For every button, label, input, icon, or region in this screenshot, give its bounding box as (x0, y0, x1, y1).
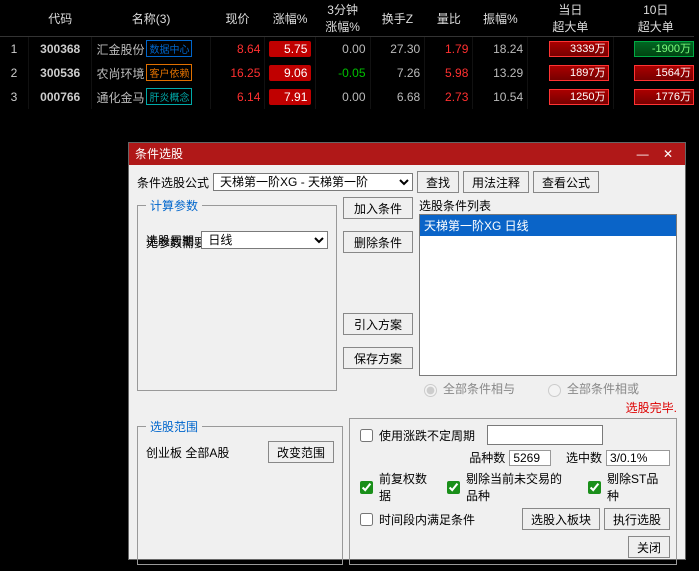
stock-table: 代码名称(3)现价涨幅%3分钟涨幅%换手Z量比振幅%当日超大单10日超大单 13… (0, 0, 699, 109)
minimize-icon[interactable]: — (632, 143, 654, 165)
chk-st[interactable]: 剔除ST品种 (584, 470, 662, 504)
to-block-button[interactable]: 选股入板块 (522, 508, 600, 530)
change-scope-button[interactable]: 改变范围 (268, 441, 334, 463)
view-formula-button[interactable]: 查看公式 (533, 171, 599, 193)
col-header[interactable]: 现价 (210, 0, 265, 37)
condition-list-label: 选股条件列表 (419, 197, 677, 214)
col-header[interactable]: 代码 (28, 0, 91, 37)
close-button[interactable]: 关闭 (628, 536, 670, 558)
not-fixed-input[interactable] (487, 425, 603, 445)
dialog-title: 条件选股 (135, 143, 183, 165)
filter-dialog: 条件选股 — ✕ 条件选股公式 天梯第一阶XG - 天梯第一阶 查找 用法注释 … (128, 142, 686, 560)
table-row[interactable]: 2300536农尚环境客户依赖16.259.06-0.057.265.9813.… (0, 61, 699, 85)
add-condition-button[interactable]: 加入条件 (343, 197, 413, 219)
formula-label: 条件选股公式 (137, 174, 209, 191)
count-value: 5269 (509, 450, 551, 466)
col-header[interactable]: 名称(3) (92, 0, 210, 37)
col-header[interactable]: 当日超大单 (528, 0, 613, 37)
scope-text: 创业板 全部A股 (146, 444, 229, 461)
usage-button[interactable]: 用法注释 (463, 171, 529, 193)
radio-and[interactable]: 全部条件相与 (419, 380, 515, 397)
chk-notrade[interactable]: 剔除当前未交易的品种 (443, 470, 572, 504)
cycle-select[interactable]: 日线 (201, 231, 328, 249)
search-button[interactable]: 查找 (417, 171, 459, 193)
radio-or[interactable]: 全部条件相或 (543, 380, 639, 397)
save-plan-button[interactable]: 保存方案 (343, 347, 413, 369)
col-header[interactable] (0, 0, 28, 37)
scope-group: 选股范围 创业板 全部A股 改变范围 (137, 418, 343, 565)
col-header[interactable]: 3分钟涨幅% (315, 0, 370, 37)
col-header[interactable]: 涨幅% (265, 0, 315, 37)
chk-not-fixed[interactable]: 使用涨跌不定周期 (356, 426, 475, 445)
chk-span[interactable]: 时间段内满足条件 (356, 510, 475, 529)
cycle-label: 选股周期: (146, 232, 197, 249)
status-text: 选股完毕. (137, 399, 677, 416)
close-icon[interactable]: ✕ (657, 143, 679, 165)
table-row[interactable]: 3000766通化金马肝炎概念6.147.910.006.682.7310.54… (0, 85, 699, 109)
calc-params-group: 计算参数 无参数需要设置 选股周期: 日线 (137, 197, 337, 391)
delete-condition-button[interactable]: 删除条件 (343, 231, 413, 253)
col-header[interactable]: 10日超大单 (613, 0, 698, 37)
chk-fq[interactable]: 前复权数据 (356, 470, 431, 504)
col-header[interactable]: 换手Z (370, 0, 425, 37)
hit-value: 3/0.1% (606, 450, 670, 466)
condition-list[interactable]: 天梯第一阶XG 日线 (419, 214, 677, 376)
exec-button[interactable]: 执行选股 (604, 508, 670, 530)
condition-item[interactable]: 天梯第一阶XG 日线 (420, 215, 676, 236)
formula-select[interactable]: 天梯第一阶XG - 天梯第一阶 (213, 173, 413, 191)
dialog-titlebar[interactable]: 条件选股 — ✕ (129, 143, 685, 165)
col-header[interactable]: 振幅% (473, 0, 528, 37)
col-header[interactable]: 量比 (425, 0, 473, 37)
import-plan-button[interactable]: 引入方案 (343, 313, 413, 335)
table-row[interactable]: 1300368汇金股份数据中心8.645.750.0027.301.7918.2… (0, 37, 699, 62)
